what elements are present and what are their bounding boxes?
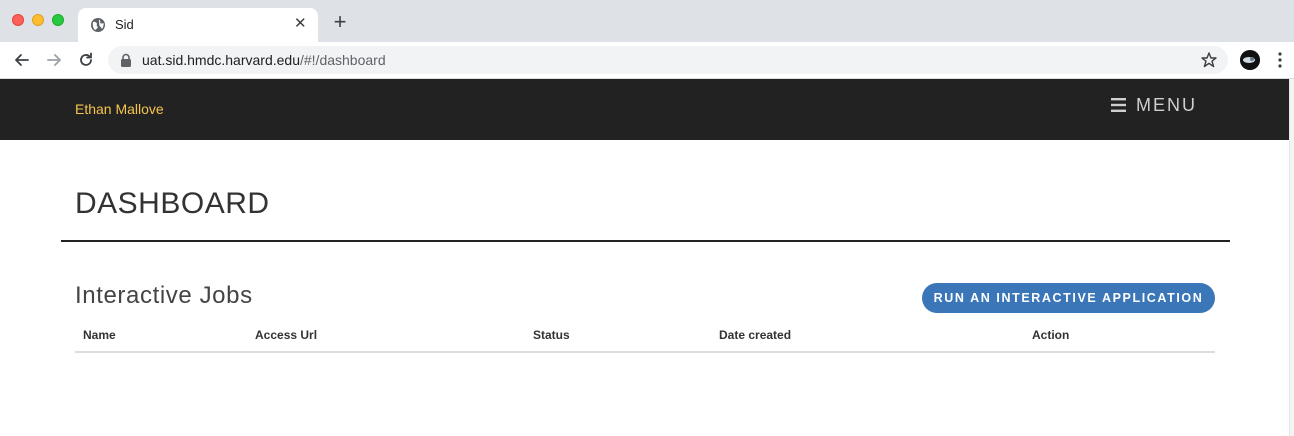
column-header-status[interactable]: Status — [533, 328, 570, 342]
address-bar[interactable]: uat.sid.hmdc.harvard.edu/#!/dashboard — [108, 46, 1228, 74]
table-header-divider — [75, 351, 1215, 353]
maximize-window-button[interactable] — [52, 14, 64, 26]
bookmark-star-icon[interactable] — [1200, 51, 1218, 69]
column-header-name[interactable]: Name — [83, 328, 116, 342]
forward-arrow-icon[interactable] — [44, 50, 64, 70]
profile-image-icon — [1240, 50, 1260, 70]
scrollbar-track[interactable] — [1289, 79, 1294, 436]
page-content: Ethan Mallove MENU DASHBOARD Interactive… — [0, 79, 1289, 436]
url-host: uat.sid.hmdc.harvard.edu — [142, 52, 300, 68]
browser-tab-bar: Sid ✕ + — [0, 0, 1294, 42]
minimize-window-button[interactable] — [32, 14, 44, 26]
section-title: Interactive Jobs — [75, 282, 253, 309]
menu-button[interactable]: MENU — [1111, 95, 1197, 116]
tab-title: Sid — [115, 17, 134, 32]
title-divider — [61, 240, 1230, 242]
menu-label: MENU — [1136, 95, 1197, 115]
user-name-link[interactable]: Ethan Mallove — [75, 101, 164, 117]
page-title: DASHBOARD — [75, 187, 270, 220]
browser-tab[interactable]: Sid ✕ — [78, 8, 318, 42]
url-path: /#!/dashboard — [299, 52, 386, 68]
run-interactive-application-button[interactable]: RUN AN INTERACTIVE APPLICATION — [922, 283, 1215, 313]
reload-icon[interactable] — [76, 50, 96, 70]
top-navbar: Ethan Mallove MENU — [0, 79, 1289, 140]
close-tab-icon[interactable]: ✕ — [294, 16, 307, 32]
back-arrow-icon[interactable] — [12, 50, 32, 70]
hamburger-icon — [1111, 98, 1126, 112]
browser-toolbar: uat.sid.hmdc.harvard.edu/#!/dashboard — [0, 42, 1294, 79]
close-window-button[interactable] — [12, 14, 24, 26]
lock-icon — [121, 53, 131, 67]
profile-avatar[interactable] — [1240, 50, 1260, 70]
column-header-date-created[interactable]: Date created — [719, 328, 791, 342]
globe-icon — [91, 18, 105, 32]
url-text[interactable]: uat.sid.hmdc.harvard.edu/#!/dashboard — [142, 52, 386, 68]
browser-menu-icon[interactable] — [1277, 51, 1283, 69]
column-header-access-url[interactable]: Access Url — [255, 328, 317, 342]
new-tab-icon[interactable]: + — [330, 11, 350, 33]
column-header-action[interactable]: Action — [1032, 328, 1069, 342]
